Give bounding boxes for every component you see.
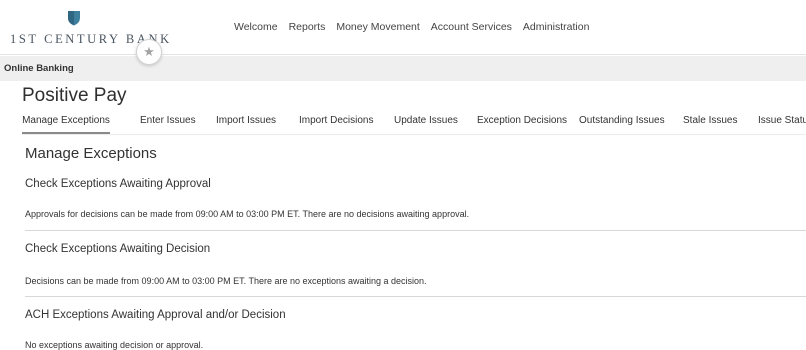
tab-outstanding-issues[interactable]: Outstanding Issues [579, 108, 665, 132]
bank-logo[interactable]: 1st Century Bank [10, 10, 169, 50]
divider [25, 296, 806, 297]
tabs-divider [22, 134, 806, 135]
nav-reports[interactable]: Reports [289, 21, 326, 33]
tab-enter-issues[interactable]: Enter Issues [140, 108, 196, 132]
tab-stale-issues[interactable]: Stale Issues [683, 108, 737, 132]
top-nav: Welcome Reports Money Movement Account S… [234, 21, 600, 33]
nav-administration[interactable]: Administration [523, 21, 590, 33]
top-header: 1st Century Bank Welcome Reports Money M… [0, 0, 806, 55]
check-approval-heading: Check Exceptions Awaiting Approval [25, 178, 211, 190]
nav-account-services[interactable]: Account Services [431, 21, 512, 33]
divider [25, 230, 806, 231]
star-icon: ★ [143, 44, 155, 59]
bank-name: 1st Century Bank [10, 32, 172, 46]
page-title: Positive Pay [22, 85, 127, 106]
ach-heading: ACH Exceptions Awaiting Approval and/or … [25, 309, 286, 321]
check-decision-heading: Check Exceptions Awaiting Decision [25, 243, 211, 255]
favorite-button[interactable]: ★ [136, 39, 162, 65]
nav-money-movement[interactable]: Money Movement [336, 21, 419, 33]
tab-manage-exceptions[interactable]: Manage Exceptions [22, 108, 110, 134]
nav-welcome[interactable]: Welcome [234, 21, 278, 33]
tab-import-issues[interactable]: Import Issues [216, 108, 276, 132]
section-title: Manage Exceptions [25, 145, 157, 162]
check-approval-text: Approvals for decisions can be made from… [25, 209, 470, 219]
breadcrumb-online-banking[interactable]: Online Banking [4, 63, 74, 74]
shield-logo-icon [68, 11, 80, 26]
tab-exception-decisions[interactable]: Exception Decisions [477, 108, 567, 132]
tab-import-decisions[interactable]: Import Decisions [299, 108, 373, 132]
tab-issue-status[interactable]: Issue Status [758, 108, 806, 132]
check-decision-text: Decisions can be made from 09:00 AM to 0… [25, 276, 427, 286]
tab-bar: Manage Exceptions Enter Issues Import Is… [22, 108, 806, 134]
tab-update-issues[interactable]: Update Issues [394, 108, 458, 132]
breadcrumb-bar: Online Banking [0, 56, 806, 81]
